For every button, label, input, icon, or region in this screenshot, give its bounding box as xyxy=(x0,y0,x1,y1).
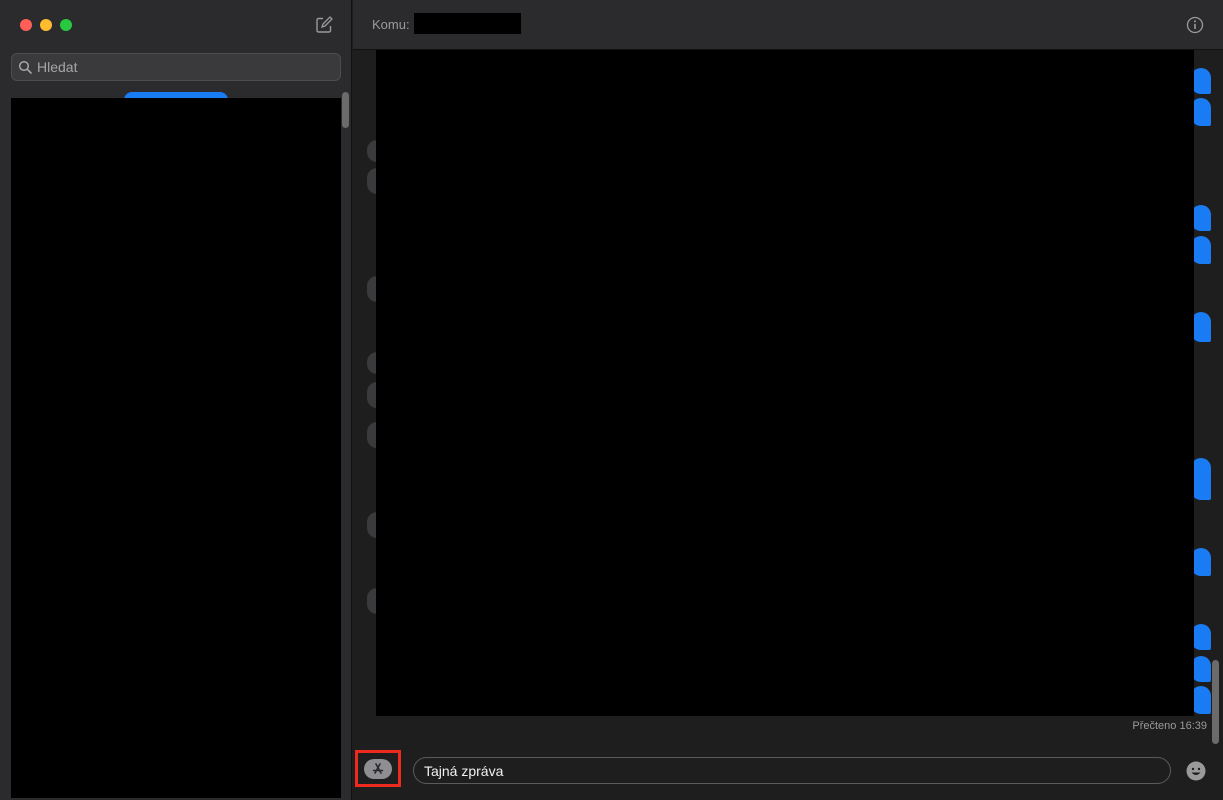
message-transcript[interactable]: Přečteno 16:39 xyxy=(353,50,1223,755)
search-icon xyxy=(18,60,32,74)
recipient-field-redacted[interactable] xyxy=(414,13,521,34)
message-field[interactable] xyxy=(413,757,1171,784)
apps-button[interactable] xyxy=(364,758,392,779)
emoji-icon[interactable] xyxy=(1185,760,1207,782)
outgoing-bubble xyxy=(1191,624,1211,650)
outgoing-bubble xyxy=(1191,686,1211,714)
outgoing-bubble xyxy=(1191,236,1211,264)
conversation-list-redacted[interactable] xyxy=(11,98,341,798)
search-field[interactable] xyxy=(11,53,341,81)
outgoing-bubble xyxy=(1191,68,1211,94)
messages-redacted xyxy=(376,50,1194,716)
message-input[interactable] xyxy=(424,762,1144,779)
app-store-icon xyxy=(372,762,384,774)
info-icon[interactable] xyxy=(1186,16,1204,34)
outgoing-bubble xyxy=(1191,98,1211,126)
outgoing-bubble xyxy=(1191,548,1211,576)
minimize-window-button[interactable] xyxy=(40,19,52,31)
conversation-pane: Komu: Přečteno 16:39 xyxy=(353,0,1223,800)
outgoing-bubble xyxy=(1191,656,1211,682)
close-window-button[interactable] xyxy=(20,19,32,31)
compose-icon[interactable] xyxy=(315,16,333,34)
transcript-scrollbar[interactable] xyxy=(1212,660,1219,744)
window-controls xyxy=(20,19,72,31)
outgoing-bubble xyxy=(1191,312,1211,342)
outgoing-bubble xyxy=(1191,205,1211,231)
conversation-header: Komu: xyxy=(353,0,1223,50)
zoom-window-button[interactable] xyxy=(60,19,72,31)
apps-button-highlight xyxy=(355,750,401,787)
sidebar-scrollbar[interactable] xyxy=(342,92,349,128)
sidebar xyxy=(0,0,352,800)
read-receipt: Přečteno 16:39 xyxy=(1132,720,1207,732)
to-label: Komu: xyxy=(372,17,410,32)
search-input[interactable] xyxy=(37,59,327,75)
outgoing-bubble xyxy=(1191,458,1211,500)
